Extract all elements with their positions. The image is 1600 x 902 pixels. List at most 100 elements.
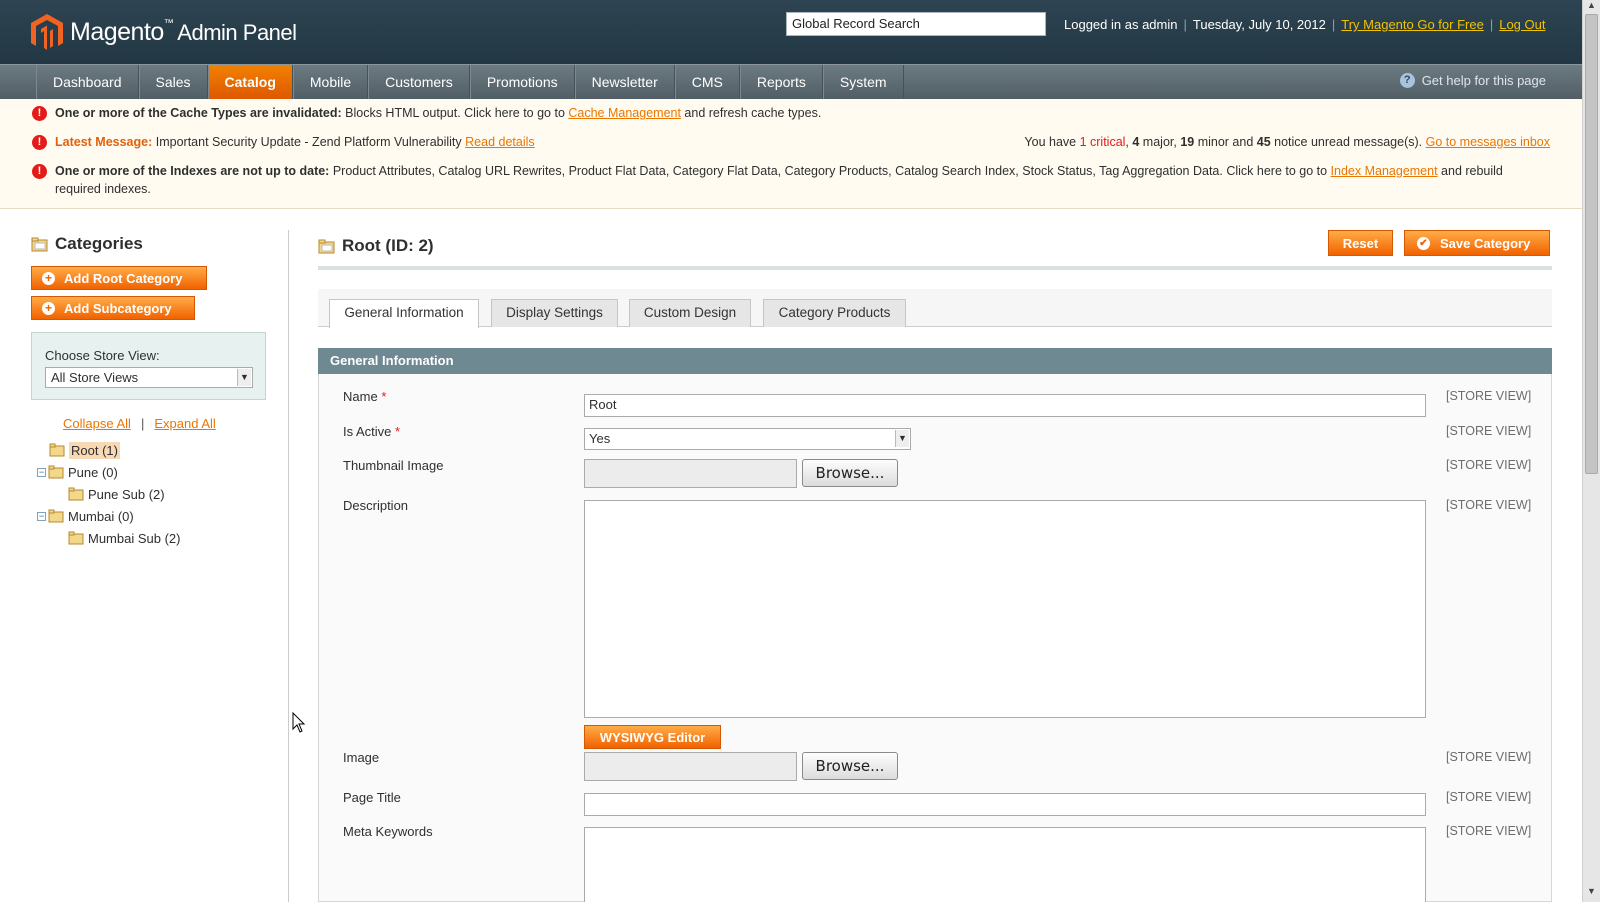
help-link[interactable]: ? Get help for this page [1399,73,1546,88]
error-icon: ! [32,164,47,179]
global-search-input[interactable]: Global Record Search [786,12,1046,36]
chevron-down-icon: ▼ [895,430,909,447]
add-subcategory-button[interactable]: + Add Subcategory [31,296,195,320]
tab-category-products[interactable]: Category Products [763,299,906,327]
tree-node-root[interactable]: Root (1) [49,440,120,460]
folder-icon [48,465,64,479]
tab-general-information[interactable]: General Information [329,299,479,328]
tabs-bar: General Information Display Settings Cus… [318,289,1552,328]
magento-logo[interactable]: Magento™ Admin Panel [30,12,297,52]
plus-icon: + [42,301,55,315]
scroll-thumb[interactable] [1585,14,1598,474]
checkmark-icon: ✔ [1417,236,1430,250]
tree-controls: Collapse All | Expand All [63,416,216,431]
header: Magento™ Admin Panel Global Record Search… [0,0,1582,64]
logged-in-text: Logged in as admin [1064,17,1178,32]
tab-custom-design[interactable]: Custom Design [629,299,751,327]
add-root-category-button[interactable]: + Add Root Category [31,266,207,290]
page-title-label: Page Title [343,790,401,805]
folder-icon [31,236,49,252]
nav-catalog[interactable]: Catalog [207,65,293,99]
thumbnail-browse-button[interactable]: Browse... [802,459,898,487]
folder-icon [48,509,64,523]
error-icon: ! [32,106,47,121]
header-date: Tuesday, July 10, 2012 [1192,17,1326,32]
folder-icon [68,531,84,545]
tree-node-pune-sub[interactable]: Pune Sub (2) [68,484,165,504]
nav-system[interactable]: System [822,65,904,99]
is-active-label: Is Active * [343,424,401,439]
help-icon: ? [1399,73,1415,88]
nav-mobile[interactable]: Mobile [292,65,369,99]
meta-keywords-textarea[interactable] [584,827,1426,902]
name-input[interactable]: Root [584,394,1426,417]
scope-label: [STORE VIEW] [1446,389,1532,403]
logout-link[interactable]: Log Out [1499,17,1545,32]
try-magento-go-link[interactable]: Try Magento Go for Free [1341,17,1484,32]
collapse-all-link[interactable]: Collapse All [63,416,131,431]
tree-node-mumbai-sub[interactable]: Mumbai Sub (2) [68,528,180,548]
scope-label: [STORE VIEW] [1446,424,1532,438]
cache-message: ! One or more of the Cache Types are inv… [32,106,821,121]
collapse-toggle-icon[interactable]: − [37,511,46,521]
image-label: Image [343,750,380,765]
error-icon: ! [32,135,47,150]
description-textarea[interactable] [584,500,1426,718]
help-text: Get help for this page [1421,73,1546,88]
messages-inbox-link[interactable]: Go to messages inbox [1426,135,1550,149]
nav-sales[interactable]: Sales [138,65,208,99]
store-view-switcher: Choose Store View: All Store Views ▼ [31,332,266,400]
wysiwyg-editor-button[interactable]: WYSIWYG Editor [584,725,721,749]
scroll-up-icon[interactable]: ▲ [1583,0,1600,14]
reset-button[interactable]: Reset [1328,230,1393,256]
sidebar-divider [288,230,289,902]
save-category-button[interactable]: ✔ Save Category [1404,230,1550,256]
nav-promotions[interactable]: Promotions [469,65,575,99]
scope-label: [STORE VIEW] [1446,458,1532,472]
read-details-link[interactable]: Read details [465,135,535,149]
indexes-message: ! One or more of the Indexes are not up … [32,164,1552,198]
thumbnail-label: Thumbnail Image [343,458,444,473]
mouse-cursor-icon [292,711,306,737]
nav-reports[interactable]: Reports [739,65,823,99]
nav-cms[interactable]: CMS [674,65,740,99]
content-header: Root (ID: 2) Reset ✔ Save Category [318,230,1552,270]
scope-label: [STORE VIEW] [1446,824,1532,838]
expand-all-link[interactable]: Expand All [154,416,215,431]
folder-icon [68,487,84,501]
tree-node-mumbai[interactable]: − Mumbai (0) [37,506,134,526]
nav-dashboard[interactable]: Dashboard [36,65,139,99]
chevron-down-icon: ▼ [237,369,251,386]
folder-icon [318,238,336,257]
image-file-input[interactable] [584,752,797,781]
description-label: Description [343,498,409,513]
folder-icon [49,443,65,457]
header-user-info: Logged in as admin | Tuesday, July 10, 201… [1064,17,1546,32]
general-information-form: Name * Root [STORE VIEW] Is Active * Yes… [318,374,1552,902]
collapse-toggle-icon[interactable]: − [37,467,46,477]
image-browse-button[interactable]: Browse... [802,752,898,780]
categories-sidebar: Categories + Add Root Category + Add Subca… [31,232,271,546]
is-active-select[interactable]: Yes ▼ [584,428,911,450]
page-title: Root (ID: 2) [342,236,434,255]
page-title-input[interactable] [584,793,1426,816]
page-scrollbar[interactable]: ▲ ▼ [1582,0,1600,902]
cache-management-link[interactable]: Cache Management [568,106,681,120]
meta-keywords-label: Meta Keywords [343,824,433,839]
tab-display-settings[interactable]: Display Settings [491,299,618,327]
magento-logo-icon [30,13,64,51]
scroll-down-icon[interactable]: ▼ [1583,886,1600,900]
tree-node-pune[interactable]: − Pune (0) [37,462,118,482]
thumbnail-file-input[interactable] [584,459,797,488]
nav-newsletter[interactable]: Newsletter [574,65,675,99]
name-label: Name * [343,389,387,404]
logo-text: Magento™ Admin Panel [70,17,297,46]
store-view-select[interactable]: All Store Views ▼ [45,367,253,388]
scope-label: [STORE VIEW] [1446,790,1532,804]
scope-label: [STORE VIEW] [1446,750,1532,764]
index-management-link[interactable]: Index Management [1331,164,1438,178]
store-view-label: Choose Store View: [45,348,160,363]
nav-customers[interactable]: Customers [368,65,470,99]
system-messages: ! One or more of the Cache Types are inv… [0,99,1582,209]
latest-message: ! Latest Message: Important Security Upd… [32,135,535,150]
